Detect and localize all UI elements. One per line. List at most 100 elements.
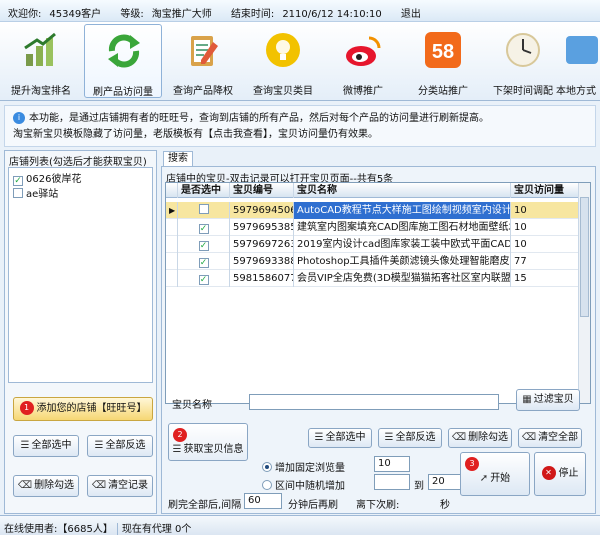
tool-label: 下架时间调配	[493, 86, 553, 97]
tool-improve-rank[interactable]: 提升淘宝排名	[2, 24, 80, 98]
checkbox-checked[interactable]: ✓	[198, 241, 209, 251]
item-grid[interactable]: 是否选中 宝贝编号 宝贝名称 宝贝访问量 ▶ 597969450642 Auto…	[165, 182, 591, 404]
fixed-increase-option[interactable]: 增加固定浏览量	[262, 459, 345, 474]
clear-all-items-button[interactable]: ⌫ 清空全部	[518, 428, 582, 448]
tool-check-demotion[interactable]: 查询产品降权	[164, 24, 242, 98]
shop-item[interactable]: ✓ 0626彼岸花	[9, 168, 152, 186]
invert-items-button[interactable]: ☰ 全部反选	[378, 428, 442, 448]
column-header[interactable]: 宝贝名称	[294, 183, 511, 198]
info-box: i 本功能，是通过店铺拥有者的旺旺号，查询到店铺的所有产品，然后对每个产品的访问量…	[4, 105, 596, 147]
item-name-input[interactable]	[249, 394, 499, 410]
next-refresh-label: 离下次刷:	[356, 500, 400, 511]
play-icon: ➚	[479, 473, 489, 484]
tool-local[interactable]: 本地方式	[556, 24, 600, 98]
tool-delist-time[interactable]: 下架时间调配	[484, 24, 562, 98]
tool-query-category[interactable]: 查询宝贝类目	[244, 24, 322, 98]
eraser-icon: ⌫	[17, 480, 33, 491]
stop-icon: ✕	[541, 466, 556, 480]
lightbulb-icon	[266, 33, 300, 67]
welcome-label: 欢迎你: 45349客户	[8, 9, 102, 20]
tool-label: 查询产品降权	[173, 86, 233, 97]
delete-checked-items-button[interactable]: ⌫ 删除勾选	[448, 428, 512, 448]
to-label: 到	[414, 481, 424, 492]
list-icon: ☰	[384, 432, 394, 443]
tool-label: 刷产品访问量	[93, 87, 153, 98]
random-to-input[interactable]: 20	[428, 474, 464, 490]
clear-shops-button[interactable]: ⌫ 清空记录	[87, 475, 153, 497]
checkbox-checked[interactable]: ✓	[198, 258, 209, 268]
level-label: 等级: 淘宝推广大师	[120, 9, 212, 20]
item-name-label: 宝贝名称	[172, 400, 212, 411]
interval-input[interactable]: 60	[244, 493, 282, 509]
tool-label: 微博推广	[343, 86, 383, 97]
scrollbar-thumb[interactable]	[580, 197, 589, 317]
filter-items-button[interactable]: ▦ 过滤宝贝	[516, 389, 580, 411]
stop-button[interactable]: ✕ 停止	[534, 452, 586, 496]
random-from-input[interactable]	[374, 474, 410, 490]
grid-header: 是否选中 宝贝编号 宝贝名称 宝贝访问量	[166, 183, 579, 198]
tool-label: 本地方式	[556, 86, 596, 97]
list-icon: ☰	[20, 440, 30, 451]
random-increase-option[interactable]: 区间中随机增加	[262, 477, 345, 492]
step-badge: 2	[173, 428, 187, 442]
clock-icon	[506, 33, 540, 67]
step-badge: 1	[19, 401, 34, 415]
seconds-unit: 秒	[440, 500, 450, 511]
tool-weibo[interactable]: 微博推广	[324, 24, 402, 98]
radio-selected[interactable]	[262, 462, 272, 472]
table-row[interactable]: ✓ 597969338888 Photoshop工具插件美颜滤镜头像处理智能磨皮…	[166, 253, 579, 270]
svg-text:58: 58	[432, 41, 454, 63]
proxy-status: 现在有代理 0个	[121, 524, 192, 535]
list-icon: ☰	[172, 444, 182, 455]
checkbox-checked[interactable]: ✓	[198, 224, 209, 234]
list-icon: ☰	[94, 440, 104, 451]
table-row[interactable]: ▶ 597969450642 AutoCAD教程节点大样施工图绘制视频室内设计家…	[166, 202, 579, 219]
shop-list-panel: 店铺列表(勾选后才能获取宝贝) ✓ 0626彼岸花 ae驿站 1 添加您的店铺【旺旺…	[4, 150, 157, 514]
status-bar: 在线使用者:【6685人】 现在有代理 0个	[0, 515, 600, 535]
online-users: 在线使用者:【6685人】	[4, 524, 113, 535]
select-all-shops-button[interactable]: ☰ 全部选中	[13, 435, 79, 457]
radio[interactable]	[262, 480, 272, 490]
fixed-increase-input[interactable]: 10	[374, 456, 410, 472]
tool-58[interactable]: 58 分类站推广	[404, 24, 482, 98]
weibo-icon	[346, 36, 381, 66]
column-header[interactable]: 宝贝访问量	[511, 183, 579, 198]
grid-scrollbar[interactable]	[578, 183, 590, 403]
info-line-2: 淘宝新宝贝模板隐藏了访问量，老版模板有【点击我查看】，宝贝访问量仍有效果。	[13, 129, 378, 140]
checkbox[interactable]	[13, 188, 23, 198]
delete-checked-shops-button[interactable]: ⌫ 删除勾选	[13, 475, 79, 497]
expire-label: 结束时间: 2110/6/12 14:10:10	[230, 9, 382, 20]
eraser-icon: ⌫	[521, 432, 537, 443]
info-line-1: i 本功能，是通过店铺拥有者的旺旺号，查询到店铺的所有产品，然后对每个产品的访问量…	[13, 111, 587, 127]
tool-refresh-visits[interactable]: 刷产品访问量	[84, 24, 162, 98]
interval-label: 刷完全部后,间隔	[168, 500, 242, 511]
shop-listbox[interactable]: ✓ 0626彼岸花 ae驿站	[8, 167, 153, 383]
list-icon: ☰	[314, 432, 324, 443]
interval-unit: 分钟后再刷	[288, 500, 338, 511]
info-icon: i	[13, 112, 25, 124]
select-all-items-button[interactable]: ☰ 全部选中	[308, 428, 372, 448]
add-shop-button[interactable]: 1 添加您的店铺【旺旺号】	[13, 397, 153, 421]
logout-link[interactable]: 退出	[401, 9, 421, 20]
table-row[interactable]: ✓ 598158607780 会员VIP全店免费(3D模型猫猫拓客社区室内联盟家…	[166, 270, 579, 287]
clipboard-pencil-icon	[191, 36, 218, 66]
checkbox[interactable]	[198, 204, 209, 214]
item-panel: 店铺中的宝贝-双击记录可以打开宝贝页面--共有5条 是否选中 宝贝编号 宝贝名称…	[161, 166, 596, 514]
eraser-icon: ⌫	[91, 480, 107, 491]
table-row[interactable]: ✓ 597969726358 2019室内设计cad图库家装工装中欧式平面CAD…	[166, 236, 579, 253]
table-row[interactable]: ✓ 597969538527 建筑室内图案填充CAD图库施工图石材地面壁纸木纹 …	[166, 219, 579, 236]
checkbox-checked[interactable]: ✓	[198, 275, 209, 285]
main-toolbar: 提升淘宝排名 刷产品访问量 查询产品降权 查询宝贝类目 微博推广 58 分类站推…	[0, 22, 600, 101]
more-icon	[566, 36, 598, 64]
shop-item[interactable]: ae驿站	[9, 183, 152, 200]
start-button[interactable]: 3 ➚ 开始	[460, 452, 530, 496]
tab-search[interactable]: 搜索	[163, 151, 193, 166]
invert-shops-button[interactable]: ☰ 全部反选	[87, 435, 153, 457]
get-items-button[interactable]: 2 ☰ 获取宝贝信息	[168, 423, 248, 461]
column-header[interactable]: 是否选中	[178, 183, 230, 198]
column-header[interactable]: 宝贝编号	[230, 183, 294, 198]
step-badge: 3	[465, 457, 479, 471]
tool-label: 查询宝贝类目	[253, 86, 313, 97]
tool-label: 分类站推广	[418, 86, 468, 97]
title-bar: 欢迎你: 45349客户 等级: 淘宝推广大师 结束时间: 2110/6/12 14:…	[0, 0, 600, 22]
